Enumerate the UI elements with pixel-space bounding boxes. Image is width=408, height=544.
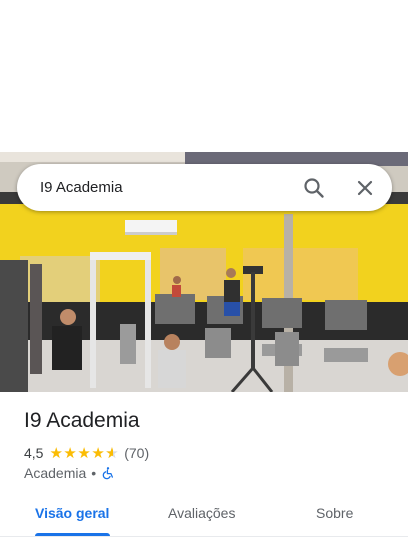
place-category: Academia <box>24 465 87 481</box>
rating-row[interactable]: 4,5 ★★★★★ (70) <box>24 444 149 462</box>
star-icon: ★ <box>63 445 78 462</box>
tab-reviews[interactable]: Avaliações <box>168 505 235 521</box>
tab-about[interactable]: Sobre <box>316 505 353 521</box>
half-star-icon: ★ <box>105 444 119 462</box>
close-icon <box>357 180 373 196</box>
rating-stars: ★★★★★ <box>49 444 119 462</box>
tabs-divider <box>0 536 408 537</box>
search-bar[interactable]: I9 Academia <box>17 164 392 211</box>
star-icon: ★ <box>77 445 92 462</box>
search-button[interactable] <box>299 173 329 203</box>
clear-search-button[interactable] <box>350 173 380 203</box>
rating-value: 4,5 <box>24 445 44 461</box>
tab-overview[interactable]: Visão geral <box>35 505 109 521</box>
category-row: Academia • <box>24 465 115 481</box>
separator-dot: • <box>91 465 97 481</box>
search-icon <box>304 178 324 198</box>
place-tabs: Visão geral Avaliações Sobre <box>0 495 408 544</box>
search-query[interactable]: I9 Academia <box>40 179 123 196</box>
top-blank-area <box>0 0 408 152</box>
star-icon: ★ <box>91 445 106 462</box>
star-icon: ★ <box>49 445 64 462</box>
reviews-count[interactable]: (70) <box>124 445 149 461</box>
place-title: I9 Academia <box>24 409 140 432</box>
wheelchair-icon <box>102 467 114 480</box>
